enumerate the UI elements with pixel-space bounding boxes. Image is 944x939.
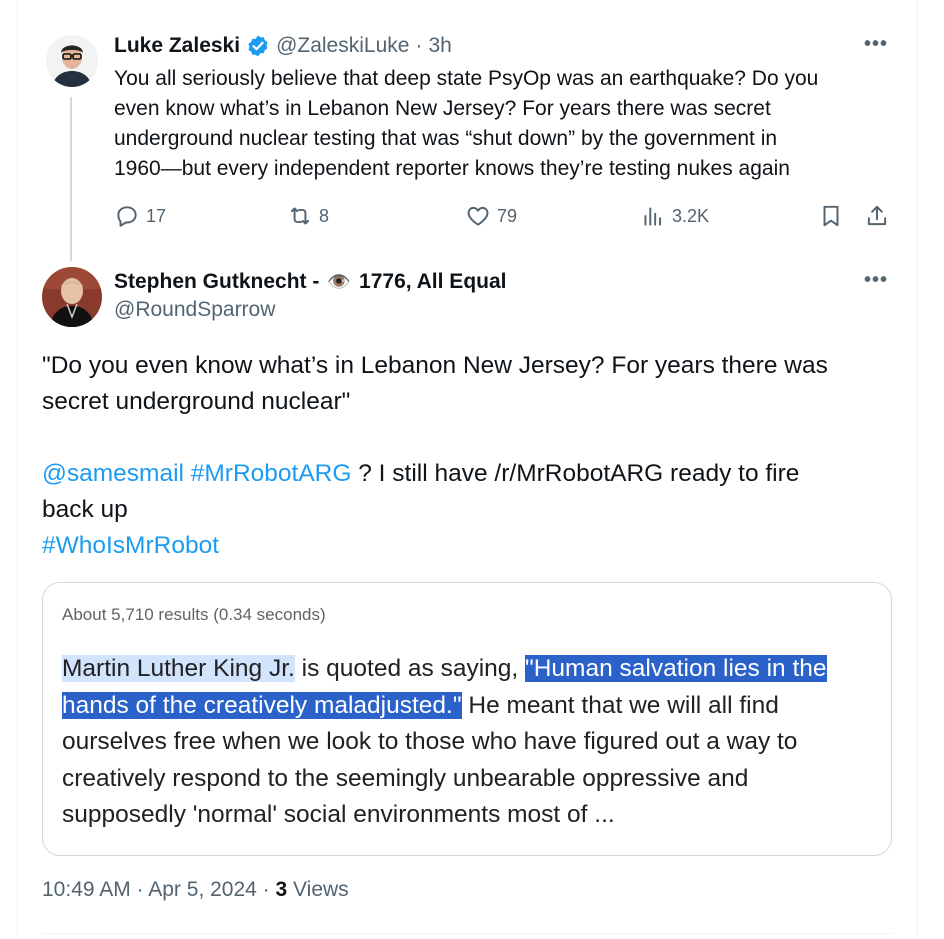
parent-display-name[interactable]: Luke Zaleski	[114, 34, 240, 58]
highlight-mlk: Martin Luther King Jr.	[62, 655, 295, 682]
mention-link[interactable]: @samesmail	[42, 460, 184, 487]
post-date[interactable]: Apr 5, 2024	[148, 878, 257, 901]
views-label: Views	[293, 878, 349, 901]
footer-divider	[42, 933, 892, 934]
hashtag-link[interactable]: #MrRobotARG	[191, 460, 352, 487]
share-icon	[867, 205, 887, 226]
parent-timestamp[interactable]: 3h	[428, 34, 451, 58]
thread-connector-line	[70, 97, 72, 261]
main-display-name-suffix[interactable]: 1776, All Equal	[359, 270, 506, 294]
quote-line: secret underground nuclear"	[42, 388, 351, 415]
repost-button[interactable]: 8	[287, 203, 329, 229]
highlight-quote: "Human salvation lies in the	[525, 655, 827, 682]
eye-emoji-icon: 👁️	[327, 272, 352, 293]
attached-image-card[interactable]: About 5,710 results (0.34 seconds) Marti…	[42, 582, 892, 856]
stephen-avatar[interactable]	[42, 267, 102, 327]
snippet-line: Martin Luther King Jr. is quoted as sayi…	[62, 651, 877, 688]
more-options-icon[interactable]: •••	[864, 269, 888, 292]
parent-text-line: 1960—but every independent reporter know…	[114, 157, 790, 180]
repost-icon	[290, 207, 310, 225]
reply-button[interactable]: 17	[114, 203, 166, 229]
bookmark-icon	[823, 205, 839, 227]
views-button[interactable]: 3.2K	[640, 203, 709, 229]
person-icon	[46, 35, 98, 87]
snippet-line: ourselves free when we look to those who…	[62, 728, 798, 755]
footer-dot: ·	[130, 878, 149, 901]
parent-text-line: even know what’s in Lebanon New Jersey? …	[114, 97, 771, 120]
repost-count: 8	[319, 205, 330, 226]
parent-text-line: You all seriously believe that deep stat…	[114, 67, 819, 90]
parent-text-line: underground nuclear testing that was “sh…	[114, 127, 778, 150]
snippet-text: is quoted as saying,	[294, 655, 526, 682]
text-segment: ? I still have /r/MrRobotARG ready to fi…	[358, 460, 800, 487]
like-count: 79	[497, 205, 518, 226]
parent-tweet-text: You all seriously believe that deep stat…	[114, 64, 818, 184]
hashtag-link[interactable]: #WhoIsMrRobot	[42, 528, 828, 564]
header-separator: ·	[415, 34, 423, 57]
verified-badge-icon	[248, 35, 268, 57]
snippet-text: He meant that we will all find	[461, 691, 779, 719]
main-display-name[interactable]: Stephen Gutknecht -	[114, 270, 319, 294]
person-icon	[42, 267, 102, 327]
more-options-icon[interactable]: •••	[864, 33, 888, 56]
tweet-footer: 10:49 AM · Apr 5, 2024 · 3 Views	[42, 878, 349, 902]
main-tweet-header: Stephen Gutknecht - 👁️ 1776, All Equal	[114, 268, 506, 296]
main-tweet-text: "Do you even know what’s in Lebanon New …	[42, 348, 828, 564]
snippet-line: creatively respond to the seemingly unbe…	[62, 764, 749, 792]
reply-icon	[117, 206, 137, 227]
luke-avatar[interactable]	[46, 35, 98, 87]
parent-tweet-header: Luke Zaleski @ZaleskiLuke · 3h	[114, 32, 452, 60]
snippet-line: supposedly 'normal' social environments …	[62, 801, 615, 828]
analytics-icon	[644, 207, 662, 226]
bookmark-button[interactable]	[818, 203, 844, 229]
mention-line: @samesmail #MrRobotARG ? I still have /r…	[42, 456, 828, 492]
text-line: back up	[42, 496, 128, 523]
share-button[interactable]	[864, 203, 890, 229]
views-number: 3	[275, 878, 288, 901]
heart-icon	[467, 206, 489, 226]
quote-line: "Do you even know what’s in Lebanon New …	[42, 352, 828, 379]
main-handle[interactable]: @RoundSparrow	[114, 298, 275, 322]
footer-dot: ·	[256, 878, 276, 901]
post-time[interactable]: 10:49 AM	[42, 878, 131, 901]
search-results-count: About 5,710 results (0.34 seconds)	[62, 605, 326, 624]
search-snippet: Martin Luther King Jr. is quoted as sayi…	[62, 651, 877, 834]
snippet-line: hands of the creatively maladjusted." He…	[62, 688, 877, 725]
highlight-quote: hands of the creatively maladjusted."	[62, 691, 462, 719]
parent-handle[interactable]: @ZaleskiLuke	[276, 34, 409, 58]
like-button[interactable]: 79	[465, 203, 517, 229]
reply-count: 17	[146, 205, 167, 226]
views-count: 3.2K	[672, 205, 710, 226]
